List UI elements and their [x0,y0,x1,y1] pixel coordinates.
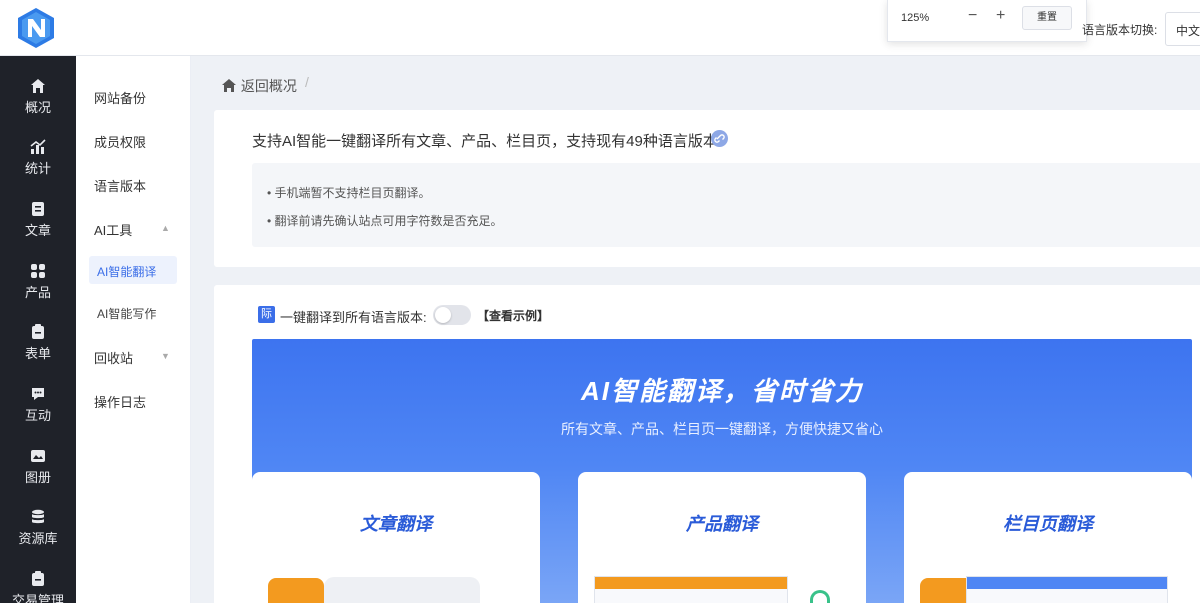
hero-title: AI智能翻译，省时省力 [580,376,863,406]
link-icon[interactable] [711,130,728,147]
sub-item-ai-tools[interactable]: AI工具 [94,220,132,239]
toggle-knob [435,307,451,323]
sidebar-item-products[interactable]: 产品 [0,263,76,319]
feature-card-article[interactable]: 文章翻译 [252,472,540,603]
breadcrumb-separator: / [305,74,309,90]
feature-card-column[interactable]: 栏目页翻译 [904,472,1192,603]
info-title: 支持AI智能一键翻译所有文章、产品、栏目页，支持现有49种语言版本 [252,133,718,150]
lang-select[interactable]: 中文 [1165,12,1200,46]
sidebar-item-label: 概况 [24,100,51,115]
translate-badge-icon: 际 [258,306,275,323]
trade-icon [30,571,46,587]
sub-item-permissions[interactable]: 成员权限 [94,132,146,151]
top-bar: 125% − + 重置 语言版本切换: 中文 [0,0,1200,56]
n-logo-icon[interactable] [14,6,58,50]
tips-box: • 手机端暂不支持栏目页翻译。 • 翻译前请先确认站点可用字符数是否充足。 [252,163,1200,247]
sidebar-item-interaction[interactable]: 互动 [0,386,76,442]
form-icon [30,324,46,340]
tip-mobile: • 手机端暂不支持栏目页翻译。 [267,186,431,200]
album-icon [30,448,46,464]
sidebar-item-label: 互动 [24,408,51,423]
product-illustration [594,576,788,603]
feature-title: 栏目页翻译 [1003,514,1093,534]
sidebar-item-label: 交易管理 [11,593,64,603]
sub-item-recycle[interactable]: 回收站 [94,348,133,367]
main-sidebar: 概况 统计 文章 产品 表单 互动 图册 资源库 交易管理 [0,56,76,603]
database-icon [30,509,46,525]
home-icon [30,78,46,94]
sidebar-item-resources[interactable]: 资源库 [0,509,76,565]
column-illustration [966,576,1168,603]
article-illustration [324,577,480,603]
sidebar-item-articles[interactable]: 文章 [0,201,76,257]
feature-card-product[interactable]: 产品翻译 [578,472,866,603]
translate-card: 际 一键翻译到所有语言版本: 【查看示例】 AI智能翻译，省时省力 所有文章、产… [214,285,1200,603]
sub-item-backup[interactable]: 网站备份 [94,88,146,107]
tip-characters: • 翻译前请先确认站点可用字符数是否充足。 [267,214,503,228]
sub-item-language[interactable]: 语言版本 [94,176,146,195]
chart-icon [30,139,46,155]
article-icon [30,201,46,217]
view-example-link[interactable]: 【查看示例】 [477,307,549,324]
info-card: 支持AI智能一键翻译所有文章、产品、栏目页，支持现有49种语言版本 • 手机端暂… [214,110,1200,267]
sidebar-item-forms[interactable]: 表单 [0,324,76,380]
sidebar-item-overview[interactable]: 概况 [0,78,76,134]
sidebar-item-label: 图册 [24,470,51,485]
chat-icon [30,386,46,402]
home-icon [222,79,237,92]
zoom-in-button[interactable]: + [996,7,1005,25]
feature-title: 产品翻译 [686,514,758,534]
sub-item-ai-writing[interactable]: AI智能写作 [97,305,156,322]
sidebar-item-album[interactable]: 图册 [0,448,76,504]
zoom-popup: 125% − + 重置 [887,0,1087,42]
sub-item-logs[interactable]: 操作日志 [94,392,146,411]
zoom-out-button[interactable]: − [968,7,977,25]
hero-subtitle: 所有文章、产品、栏目页一键翻译，方便快捷又省心 [561,421,883,437]
sub-sidebar: 网站备份 成员权限 语言版本 AI工具 ▲ AI智能翻译 AI智能写作 回收站 … [76,56,191,603]
article-icon [268,578,324,603]
refresh-icon [810,590,830,603]
sidebar-item-stats[interactable]: 统计 [0,139,76,195]
sub-item-ai-translate[interactable]: AI智能翻译 [89,256,177,284]
sidebar-item-label: 资源库 [18,531,58,546]
zoom-level: 125% [901,12,930,24]
breadcrumb-back-link[interactable]: 返回概况 [241,78,297,94]
hero-banner: AI智能翻译，省时省力 所有文章、产品、栏目页一键翻译，方便快捷又省心 文章翻译… [252,339,1192,603]
feature-title: 文章翻译 [360,514,432,534]
grid-icon [30,263,46,279]
sidebar-item-label: 表单 [24,346,51,361]
sidebar-item-label: 统计 [24,161,51,176]
sidebar-item-label: 产品 [24,285,51,300]
lang-switch-label: 语言版本切换: [1082,23,1158,37]
chevron-down-icon: ▼ [161,351,170,361]
chevron-up-icon: ▲ [161,223,170,233]
breadcrumb[interactable]: 返回概况 [222,76,297,96]
sidebar-item-label: 文章 [24,223,51,238]
zoom-reset-button[interactable]: 重置 [1022,6,1072,30]
sidebar-item-trade[interactable]: 交易管理 [0,571,76,603]
one-key-toggle[interactable] [433,305,471,325]
one-key-label: 一键翻译到所有语言版本: [280,310,427,325]
